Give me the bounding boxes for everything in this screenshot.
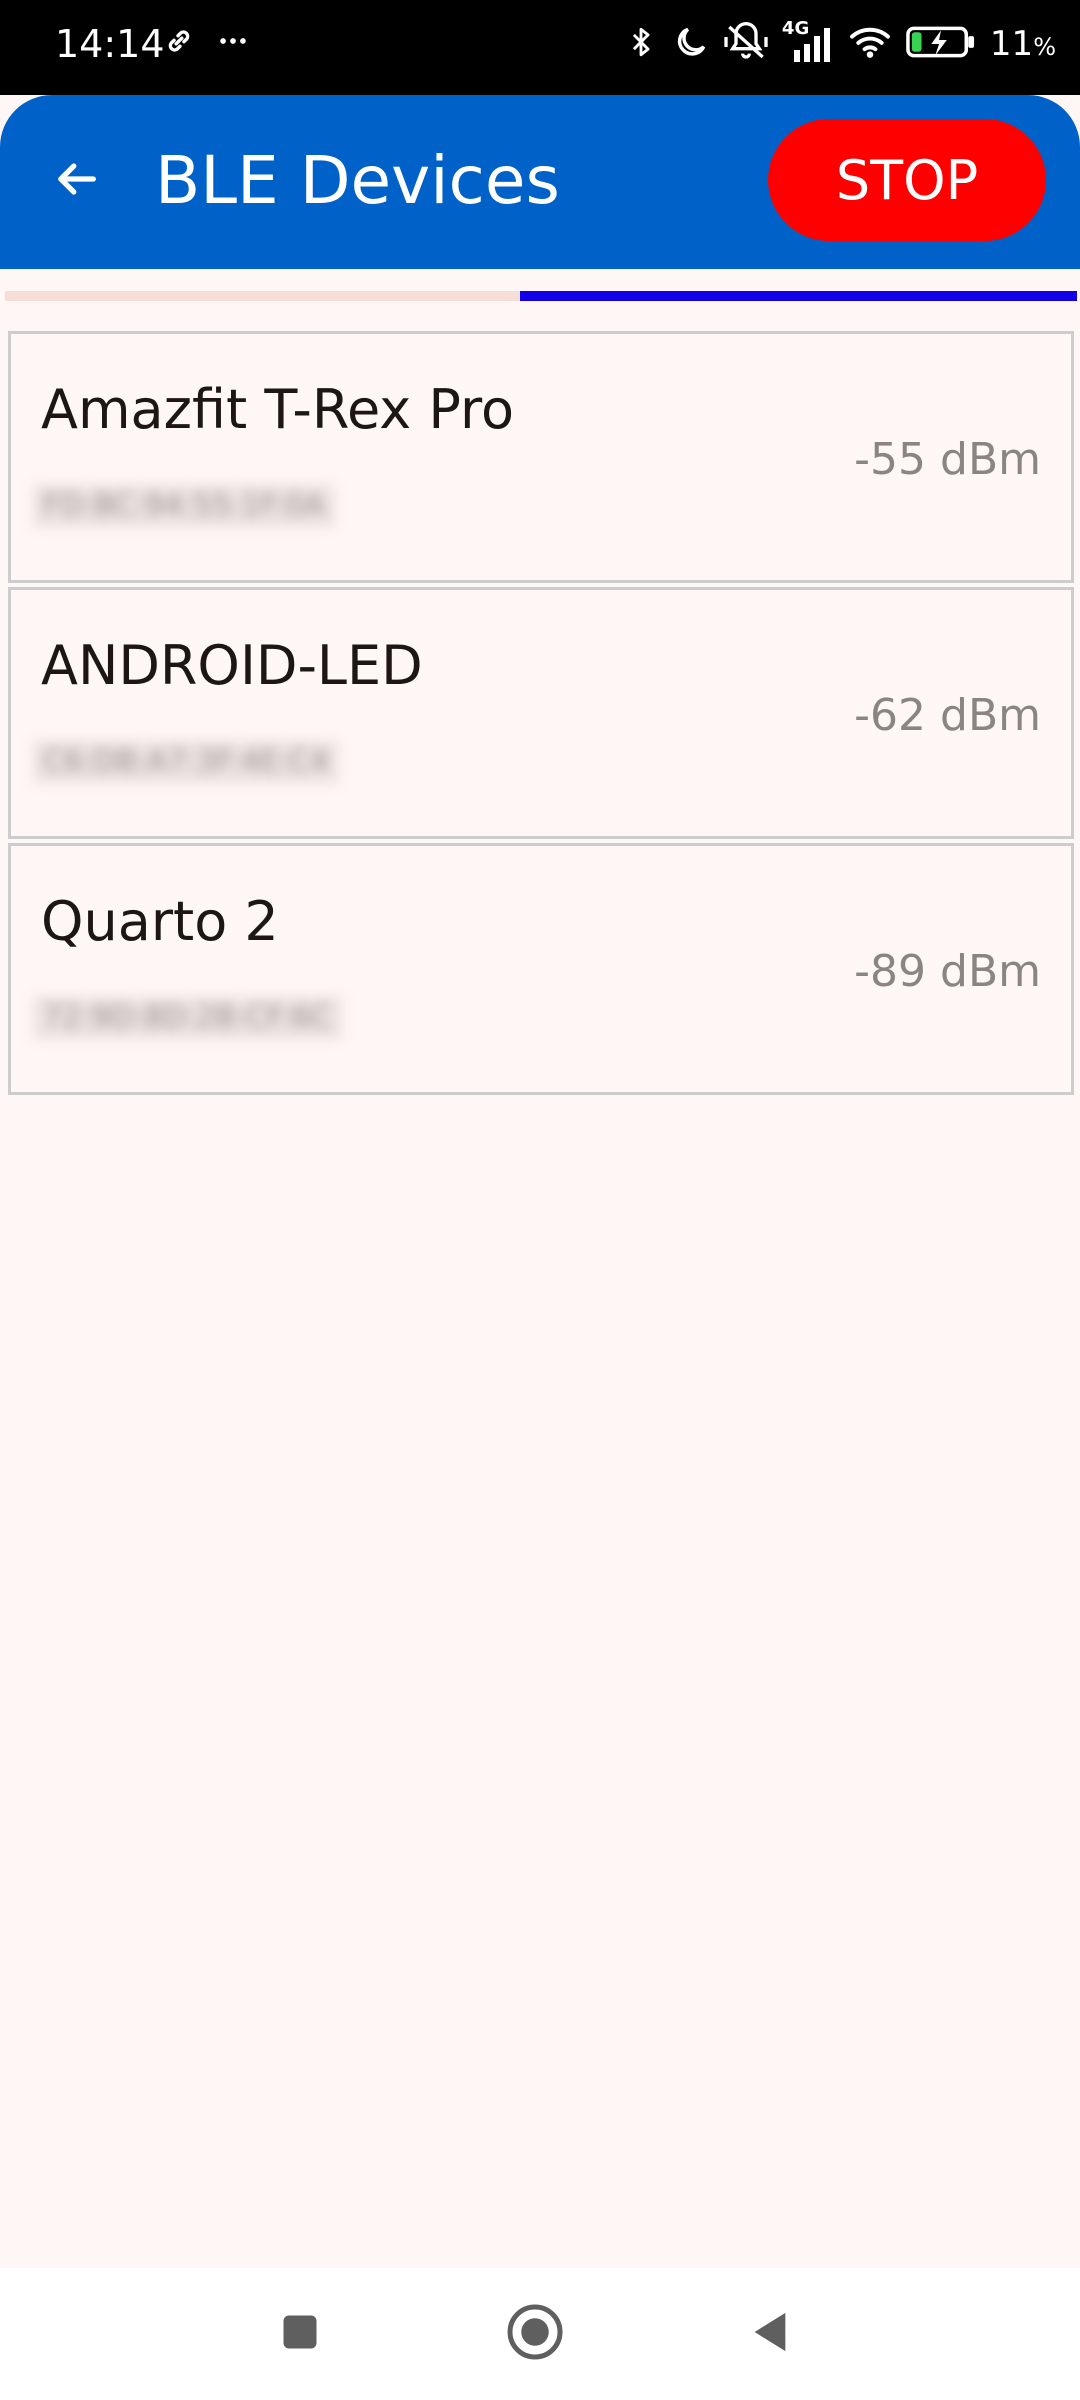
device-list: Amazfit T-Rex Pro FD:BC:94:55:1F:0A -55 … bbox=[8, 331, 1074, 1099]
back-triangle-icon bbox=[747, 2308, 793, 2361]
device-name: Quarto 2 bbox=[41, 890, 279, 953]
device-address: C6:DB:A7:3F:4E:C4 bbox=[33, 740, 339, 784]
device-rssi: -89 dBm bbox=[854, 946, 1041, 997]
device-list-item[interactable]: ANDROID-LED C6:DB:A7:3F:4E:C4 -62 dBm bbox=[8, 587, 1074, 839]
battery-percent-suffix: % bbox=[1033, 33, 1056, 61]
device-list-item[interactable]: Quarto 2 72:9D:8D:2B:CF:6C -89 dBm bbox=[8, 843, 1074, 1095]
battery-percent: 11 bbox=[989, 24, 1034, 64]
home-button[interactable] bbox=[495, 2294, 575, 2374]
stop-scan-button[interactable]: STOP bbox=[768, 119, 1046, 241]
scan-progress-bar bbox=[5, 291, 1077, 301]
battery-percent-text: 11% bbox=[990, 24, 1056, 64]
page-title: BLE Devices bbox=[155, 142, 560, 219]
device-name: Amazfit T-Rex Pro bbox=[41, 378, 515, 441]
device-rssi: -62 dBm bbox=[854, 690, 1041, 741]
scan-progress-fill bbox=[519, 291, 1077, 301]
status-left-icons bbox=[162, 24, 250, 62]
wifi-icon bbox=[848, 24, 892, 64]
device-rssi: -55 dBm bbox=[854, 434, 1041, 485]
device-address: FD:BC:94:55:1F:0A bbox=[33, 484, 335, 528]
recents-button[interactable] bbox=[260, 2294, 340, 2374]
signal-icon: 4G bbox=[782, 18, 834, 64]
arrow-back-icon bbox=[50, 153, 102, 210]
more-icon bbox=[216, 24, 250, 62]
moon-icon bbox=[672, 23, 710, 65]
home-circle-icon bbox=[505, 2302, 565, 2367]
vibrate-off-icon bbox=[724, 22, 768, 66]
status-time: 14:14 bbox=[55, 22, 165, 66]
recents-square-icon bbox=[278, 2310, 322, 2359]
app-bar: BLE Devices STOP bbox=[0, 95, 1080, 269]
system-nav-bar bbox=[0, 2268, 1080, 2400]
status-right-icons: 4G 11% bbox=[624, 18, 1056, 66]
status-bar: 14:14 4G 11% bbox=[0, 0, 1080, 95]
bluetooth-icon bbox=[624, 22, 658, 66]
device-name: ANDROID-LED bbox=[41, 634, 423, 697]
device-address: 72:9D:8D:2B:CF:6C bbox=[33, 996, 342, 1040]
back-button[interactable] bbox=[40, 145, 112, 217]
battery-charging-icon bbox=[906, 24, 976, 64]
device-list-item[interactable]: Amazfit T-Rex Pro FD:BC:94:55:1F:0A -55 … bbox=[8, 331, 1074, 583]
back-nav-button[interactable] bbox=[730, 2294, 810, 2374]
link-icon bbox=[162, 24, 196, 62]
